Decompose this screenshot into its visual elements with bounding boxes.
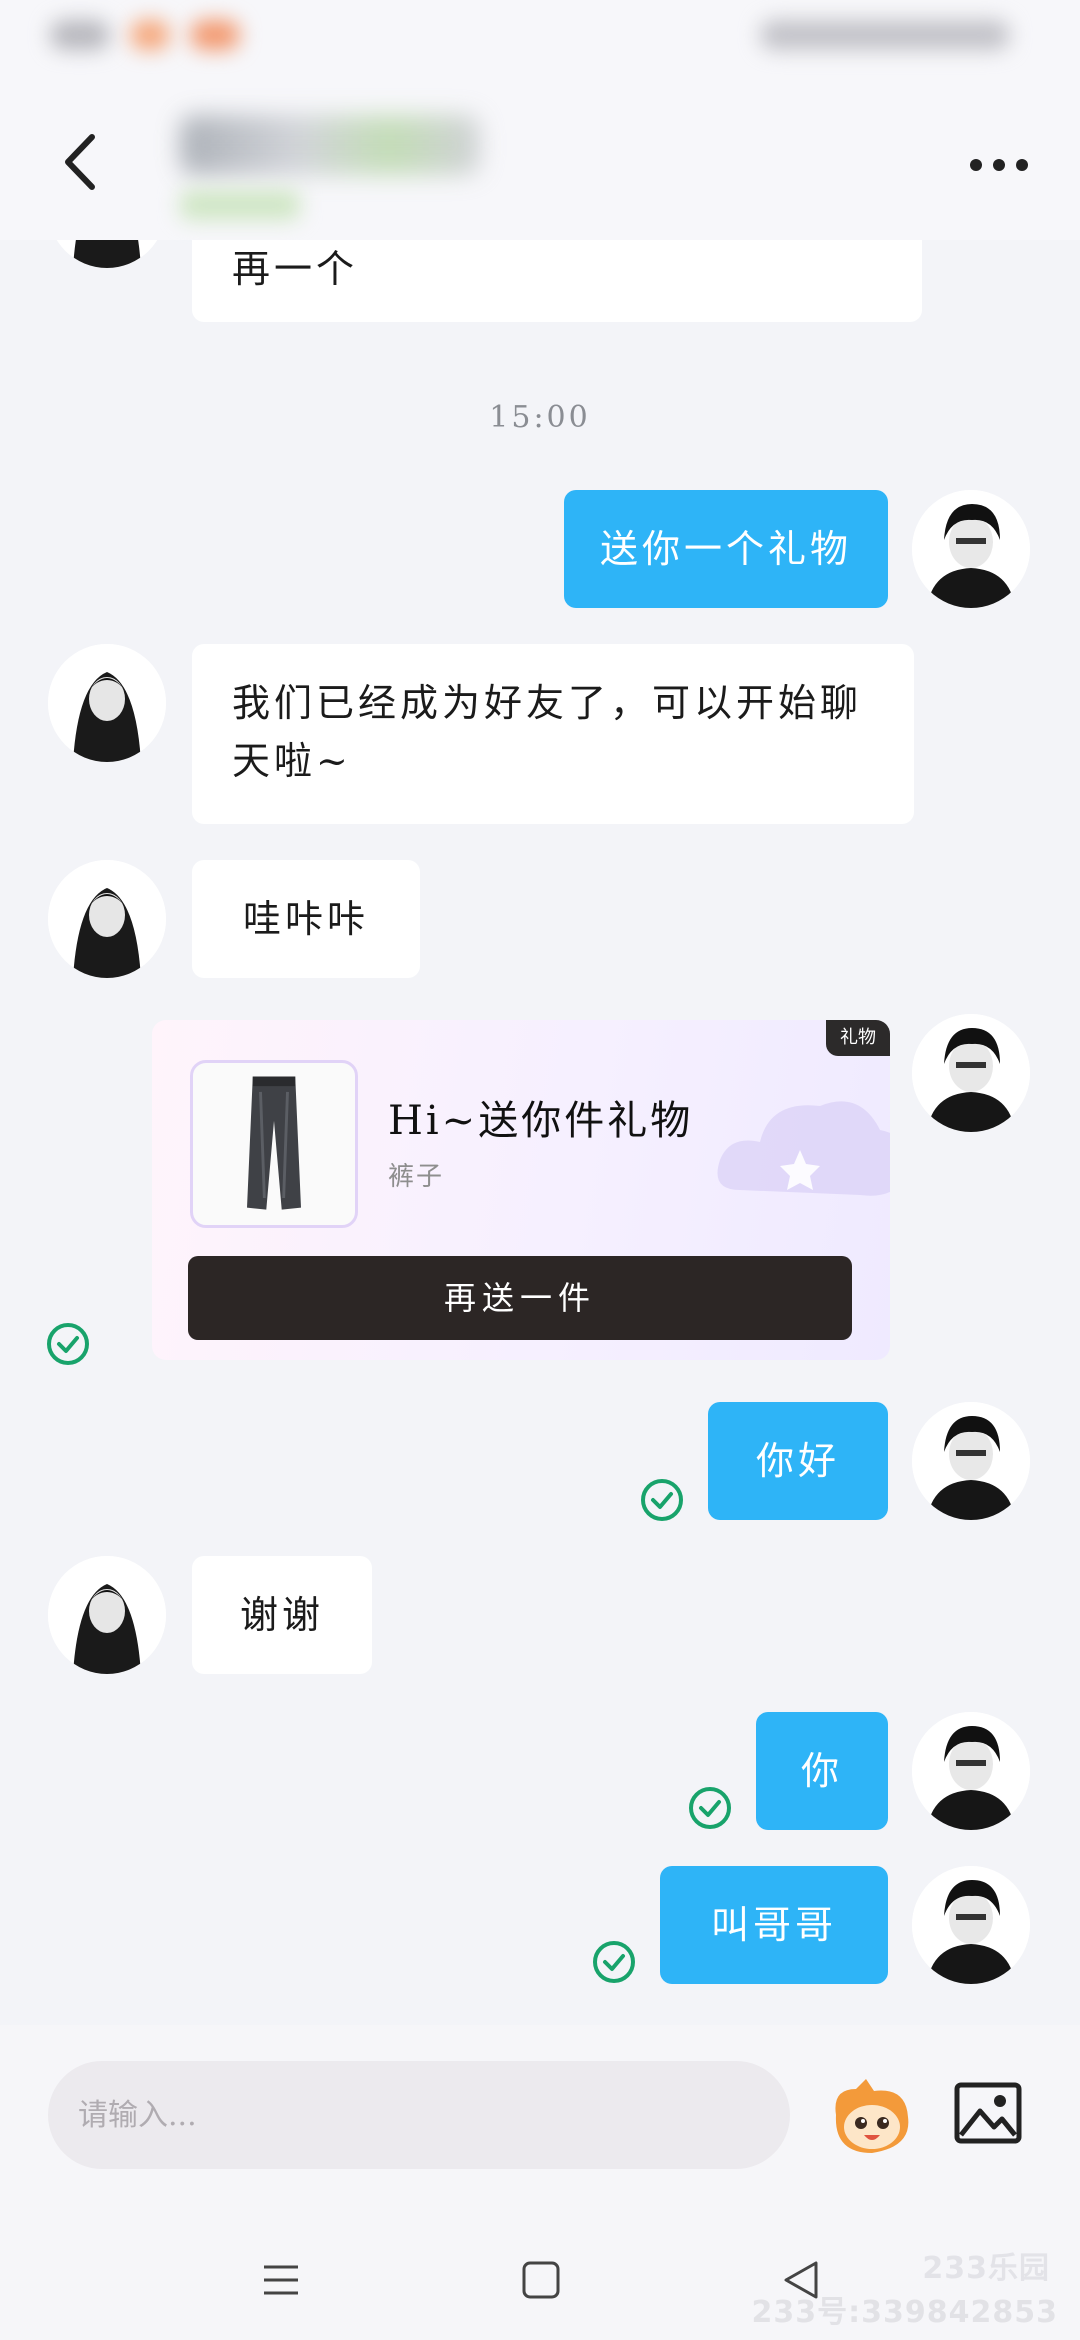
nav-home-button[interactable]: [516, 2255, 566, 2305]
read-receipt: [640, 1478, 684, 1522]
jeans-image: [247, 1076, 301, 1210]
square-icon: [522, 2261, 560, 2299]
more-button[interactable]: [964, 145, 1034, 185]
read-receipt: [592, 1940, 636, 1984]
contact-name-blurred: [180, 115, 480, 175]
more-horizontal-icon: [970, 159, 1028, 171]
message-outgoing[interactable]: 你: [756, 1712, 888, 1830]
chat-messages[interactable]: 再一个 15:00 送你一个礼物 我们已经成为好友了，可以开始聊天啦~ 哇咔咔 …: [0, 240, 1080, 2025]
message-text: 送你一个礼物: [599, 527, 852, 571]
chat-header: [0, 95, 1080, 240]
girl-avatar-icon: [48, 860, 166, 978]
timestamp: 15:00: [489, 400, 591, 435]
contact-status-blurred: [180, 190, 300, 220]
girl-avatar-icon: [48, 1556, 166, 1674]
avatar-boy[interactable]: [912, 490, 1030, 608]
read-receipt: [46, 1322, 90, 1366]
check-circle-icon: [593, 1941, 635, 1983]
chevron-left-icon: [65, 134, 95, 190]
watermark-id: 233号:339842853: [751, 2295, 1058, 2330]
boy-avatar-icon: [912, 1014, 1030, 1132]
menu-icon: [264, 2265, 298, 2295]
boy-avatar-icon: [912, 1402, 1030, 1520]
gift-thumbnail: [190, 1060, 358, 1228]
status-bar: [0, 0, 1080, 95]
cloud-decoration: [710, 1080, 890, 1220]
message-text: 哇咔咔: [242, 897, 369, 941]
avatar-girl[interactable]: [48, 644, 166, 762]
back-button[interactable]: [48, 127, 118, 197]
girl-avatar-icon: [48, 240, 166, 268]
message-incoming[interactable]: 我们已经成为好友了，可以开始聊天啦~: [192, 644, 914, 824]
gift-tag: 礼物: [826, 1020, 890, 1056]
nav-menu-button[interactable]: [256, 2255, 306, 2305]
avatar-boy[interactable]: [912, 1402, 1030, 1520]
check-circle-icon: [689, 1787, 731, 1829]
message-outgoing[interactable]: 送你一个礼物: [564, 490, 888, 608]
read-receipt: [688, 1786, 732, 1830]
message-outgoing[interactable]: 叫哥哥: [660, 1866, 888, 1984]
message-outgoing[interactable]: 你好: [708, 1402, 888, 1520]
message-incoming[interactable]: 哇咔咔: [192, 860, 420, 978]
message-text: 谢谢: [239, 1593, 324, 1637]
boy-avatar-icon: [912, 490, 1030, 608]
gift-item-name: 裤子: [388, 1162, 445, 1192]
system-nav-bar: 233乐园 233号:339842853: [0, 2195, 1080, 2340]
check-circle-icon: [47, 1323, 89, 1365]
message-text: 你: [800, 1749, 843, 1793]
boy-avatar-icon: [912, 1712, 1030, 1830]
gift-title: Hi~送你件礼物: [388, 1098, 694, 1144]
watermark-logo: 233乐园: [922, 2251, 1050, 2286]
message-text: 再一个: [232, 247, 359, 291]
avatar-girl[interactable]: [48, 240, 166, 268]
avatar-boy[interactable]: [912, 1866, 1030, 1984]
avatar-girl[interactable]: [48, 860, 166, 978]
message-incoming[interactable]: 再一个: [192, 240, 922, 322]
image-icon: [954, 2082, 1022, 2144]
emoji-mascot-icon: [835, 2079, 909, 2153]
avatar-girl[interactable]: [48, 1556, 166, 1674]
message-incoming[interactable]: 谢谢: [192, 1556, 372, 1674]
avatar-boy[interactable]: [912, 1014, 1030, 1132]
input-bar: [0, 2025, 1080, 2195]
message-text: 叫哥哥: [710, 1903, 837, 1947]
boy-avatar-icon: [912, 1866, 1030, 1984]
check-circle-icon: [641, 1479, 683, 1521]
send-another-button[interactable]: 再送一件: [188, 1256, 852, 1340]
message-text: 你好: [755, 1439, 840, 1483]
image-button[interactable]: [952, 2077, 1024, 2149]
gift-card[interactable]: 礼物 Hi~送你件礼物 裤子 再送一件: [152, 1020, 890, 1360]
emoji-button[interactable]: [826, 2075, 916, 2165]
message-input[interactable]: [48, 2061, 790, 2169]
avatar-boy[interactable]: [912, 1712, 1030, 1830]
message-text: 我们已经成为好友了，可以开始聊天啦~: [232, 681, 863, 783]
girl-avatar-icon: [48, 644, 166, 762]
